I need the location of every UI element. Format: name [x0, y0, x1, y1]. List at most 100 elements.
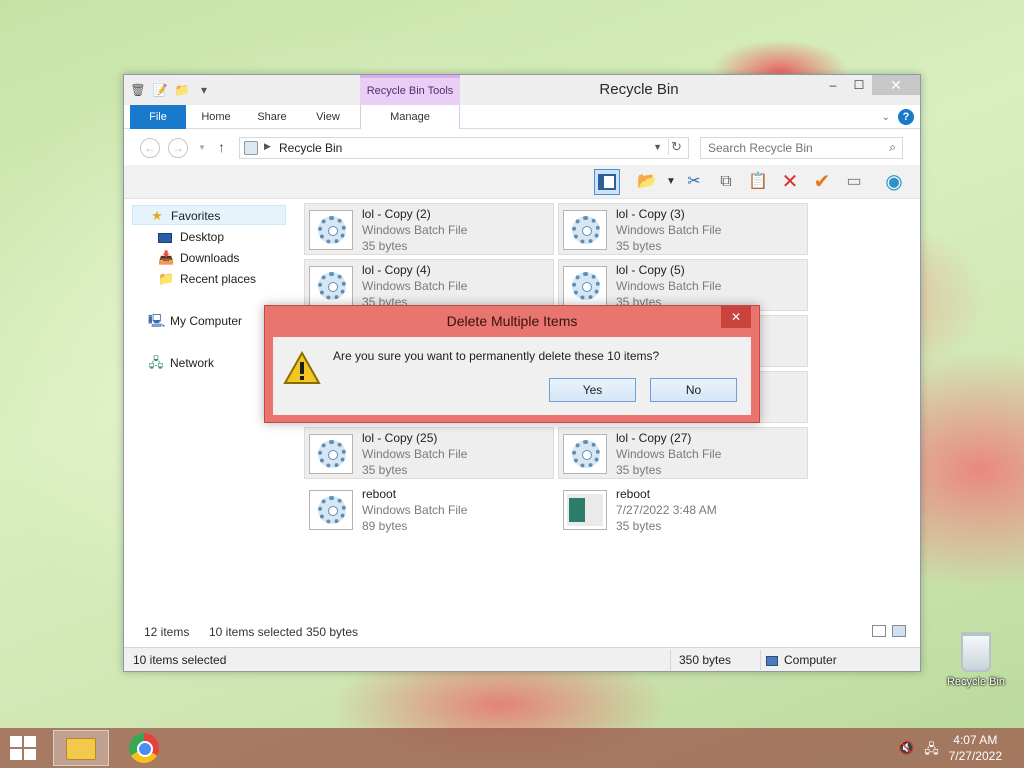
back-button[interactable]: ← — [140, 138, 160, 158]
file-tile[interactable]: lol - Copy (25) Windows Batch File 35 by… — [304, 427, 554, 479]
batch-file-gear-icon — [563, 210, 607, 250]
network-status-icon[interactable]: 🖧 — [924, 740, 939, 762]
status-location: Computer — [766, 653, 837, 667]
selected-count: 10 items selected — [209, 625, 303, 639]
dialog-close-button[interactable]: ✕ — [721, 306, 751, 328]
breadcrumb-separator-icon[interactable]: ▶ — [264, 141, 271, 152]
layout-pane-icon[interactable] — [594, 169, 620, 195]
nav-item-favorites[interactable]: ★ Favorites — [132, 205, 286, 225]
tab-share[interactable]: Share — [246, 105, 298, 129]
maximize-button[interactable]: ☐ — [846, 75, 872, 95]
file-tile[interactable]: lol - Copy (27) Windows Batch File 35 by… — [558, 427, 808, 479]
computer-icon — [766, 655, 778, 666]
help-icon[interactable]: ? — [898, 109, 914, 125]
file-tile[interactable]: reboot 7/27/2022 3:48 AM 35 bytes — [558, 483, 808, 535]
file-tile[interactable]: lol - Copy (5) Windows Batch File 35 byt… — [558, 259, 808, 311]
nav-item-network[interactable]: 🖧 Network — [148, 353, 214, 373]
file-type: Windows Batch File — [362, 447, 468, 461]
file-tile[interactable]: lol - Copy (4) Windows Batch File 35 byt… — [304, 259, 554, 311]
nav-item-desktop[interactable]: Desktop — [158, 227, 224, 247]
yes-button[interactable]: Yes — [549, 378, 636, 402]
copy-icon[interactable]: ⧉ — [713, 169, 739, 195]
tab-file[interactable]: File — [130, 105, 186, 129]
taskbar: 🔇 🖧 4:07 AM 7/27/2022 — [0, 728, 1024, 768]
system-tray: 🔇 🖧 — [898, 740, 939, 762]
downloads-folder-icon: 📥 — [158, 250, 175, 265]
dialog-title: Delete Multiple Items — [446, 313, 578, 329]
tab-manage[interactable]: Manage — [360, 105, 460, 129]
properties-globe-icon[interactable]: ◉ — [881, 169, 907, 195]
search-input[interactable] — [708, 138, 878, 158]
file-name: lol - Copy (25) — [362, 431, 438, 445]
taskbar-chrome[interactable] — [116, 730, 172, 766]
dialog-message: Are you sure you want to permanently del… — [333, 349, 660, 363]
selected-size: 350 bytes — [306, 625, 359, 639]
desktop-icon-label: Recycle Bin — [946, 676, 1006, 688]
no-button[interactable]: No — [650, 378, 737, 402]
status-size: 350 bytes — [679, 653, 732, 667]
tab-view[interactable]: View — [302, 105, 354, 129]
breadcrumb[interactable]: Recycle Bin — [279, 141, 342, 155]
status-selected: 10 items selected — [133, 653, 227, 667]
file-tile[interactable]: lol - Copy (3) Windows Batch File 35 byt… — [558, 203, 808, 255]
address-dropdown-icon[interactable]: ▼ — [653, 142, 662, 152]
nav-label: My Computer — [170, 314, 243, 328]
clock[interactable]: 4:07 AM 7/27/2022 — [949, 732, 1002, 764]
recent-locations-chevron-icon[interactable]: ▼ — [198, 143, 206, 152]
details-view-icon[interactable] — [872, 625, 886, 637]
search-icon[interactable]: ⌕ — [889, 140, 896, 155]
file-type: Windows Batch File — [616, 447, 722, 461]
taskbar-file-explorer[interactable] — [53, 730, 109, 766]
move-to-folder-icon[interactable]: 📂 — [634, 169, 660, 195]
tab-home[interactable]: Home — [190, 105, 242, 129]
file-tile[interactable]: lol - Copy (2) Windows Batch File 35 byt… — [304, 203, 554, 255]
file-name: reboot — [362, 487, 397, 501]
file-name: reboot — [616, 487, 651, 501]
delete-confirm-dialog: Delete Multiple Items ✕ Are you sure you… — [264, 305, 760, 423]
recent-places-icon: 📁 — [158, 271, 175, 286]
volume-muted-icon[interactable]: 🔇 — [898, 740, 914, 762]
batch-file-gear-icon — [309, 434, 353, 474]
restore-checkmark-icon[interactable]: ✔ — [809, 169, 835, 195]
ribbon-tabs: File Home Share View Manage ⌄ ? — [124, 105, 920, 129]
tiles-view-icon[interactable] — [892, 625, 906, 637]
minimize-button[interactable]: – — [820, 75, 846, 95]
file-type: Windows Batch File — [616, 279, 722, 293]
nav-item-downloads[interactable]: 📥 Downloads — [158, 248, 239, 268]
paste-icon[interactable]: 📋 — [745, 169, 771, 195]
file-type: Windows Batch File — [616, 223, 722, 237]
nav-label: Downloads — [180, 251, 240, 265]
command-toolbar: 📂 ▼ ✂ ⧉ 📋 ✕ ✔ ▭ ◉ — [124, 165, 920, 199]
delete-icon[interactable]: ✕ — [777, 169, 803, 195]
file-type: Windows Batch File — [362, 503, 468, 517]
file-tile[interactable]: reboot Windows Batch File 89 bytes — [304, 483, 554, 535]
refresh-icon[interactable]: ↻ — [668, 139, 684, 155]
batch-file-gear-icon — [563, 266, 607, 306]
customize-qat-dropdown-icon[interactable]: ▾ — [196, 82, 212, 98]
cut-icon[interactable]: ✂ — [681, 169, 707, 195]
nav-item-recent-places[interactable]: 📁 Recent places — [158, 269, 256, 289]
network-icon: 🖧 — [148, 355, 164, 370]
up-button[interactable]: ↑ — [218, 139, 225, 155]
expand-ribbon-chevron-icon[interactable]: ⌄ — [882, 112, 890, 123]
properties-icon[interactable]: 📝 — [152, 82, 168, 98]
close-button[interactable]: ✕ — [872, 75, 920, 95]
rename-icon[interactable]: ▭ — [841, 169, 867, 195]
star-icon: ★ — [151, 208, 163, 223]
forward-button[interactable]: → — [168, 138, 188, 158]
item-summary: 12 items 10 items selected 350 bytes — [124, 623, 920, 643]
start-button[interactable] — [10, 736, 38, 762]
batch-file-gear-icon — [309, 210, 353, 250]
new-folder-icon[interactable]: 📁 — [174, 82, 190, 98]
desktop-recycle-bin[interactable]: Recycle Bin — [942, 630, 1010, 700]
file-name: lol - Copy (27) — [616, 431, 692, 445]
recycle-bin-small-icon[interactable]: 🗑 — [130, 82, 146, 98]
nav-item-my-computer[interactable]: 🖳 My Computer — [148, 311, 242, 331]
search-box[interactable]: ⌕ — [700, 137, 903, 159]
address-bar[interactable]: ▶ Recycle Bin ▼ ↻ — [239, 137, 689, 159]
status-divider — [760, 650, 761, 670]
chrome-icon — [129, 733, 159, 763]
screenshot-thumbnail-icon — [563, 490, 607, 530]
computer-icon: 🖳 — [148, 313, 166, 328]
nav-label: Recent places — [180, 272, 257, 286]
